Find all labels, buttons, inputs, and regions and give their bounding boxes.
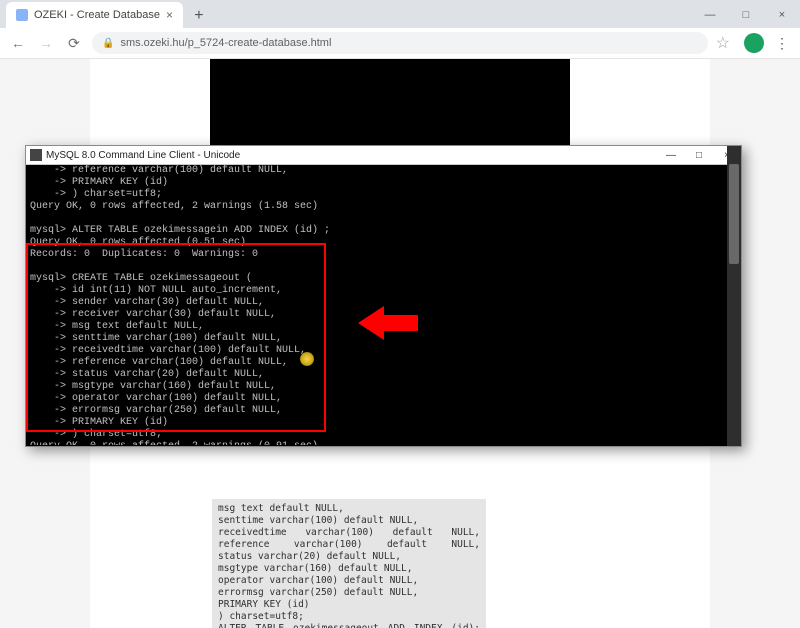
tab-close-icon[interactable]: ×: [166, 8, 173, 22]
window-buttons: — □ ×: [692, 2, 800, 28]
code-line: ALTER TABLE ozekimessageout ADD INDEX (i…: [218, 623, 480, 628]
close-button[interactable]: ×: [764, 2, 800, 28]
code-line: msgtype varchar(160) default NULL,: [218, 563, 480, 575]
code-sample-block[interactable]: msg text default NULL, senttime varchar(…: [212, 499, 486, 628]
console-output[interactable]: -> reference varchar(100) default NULL, …: [26, 165, 741, 445]
code-line: PRIMARY KEY (id): [218, 599, 480, 611]
lock-icon: 🔒: [102, 38, 114, 49]
code-line: reference varchar(100) default NULL,: [218, 539, 480, 551]
avatar[interactable]: [744, 33, 764, 53]
menu-icon[interactable]: ⋮: [772, 35, 792, 52]
code-line: senttime varchar(100) default NULL,: [218, 515, 480, 527]
console-scrollbar[interactable]: [727, 146, 741, 446]
console-minimize-button[interactable]: —: [657, 147, 685, 164]
code-line: operator varchar(100) default NULL,: [218, 575, 480, 587]
favicon-icon: [16, 9, 28, 21]
mysql-console-window: MySQL 8.0 Command Line Client - Unicode …: [25, 145, 742, 447]
code-line: ) charset=utf8;: [218, 611, 480, 623]
tab-title: OZEKI - Create Database: [34, 9, 160, 21]
reload-button[interactable]: ⟳: [64, 33, 84, 53]
url-text: sms.ozeki.hu/p_5724-create-database.html: [120, 37, 331, 49]
console-title-text: MySQL 8.0 Command Line Client - Unicode: [46, 150, 240, 161]
back-button[interactable]: ←: [8, 33, 28, 53]
new-tab-button[interactable]: +: [187, 4, 211, 28]
address-bar: ← → ⟳ 🔒 sms.ozeki.hu/p_5724-create-datab…: [0, 28, 800, 59]
minimize-button[interactable]: —: [692, 2, 728, 28]
code-line: status varchar(20) default NULL,: [218, 551, 480, 563]
console-icon: [30, 149, 42, 161]
code-line: receivedtime varchar(100) default NULL,: [218, 527, 480, 539]
code-line: errormsg varchar(250) default NULL,: [218, 587, 480, 599]
browser-tab[interactable]: OZEKI - Create Database ×: [6, 2, 183, 28]
scrollbar-thumb[interactable]: [729, 164, 739, 264]
console-maximize-button[interactable]: □: [685, 147, 713, 164]
forward-button[interactable]: →: [36, 33, 56, 53]
code-line: msg text default NULL,: [218, 503, 480, 515]
red-arrow-icon: [358, 306, 418, 340]
tab-strip: OZEKI - Create Database × + — □ ×: [0, 0, 800, 28]
console-titlebar[interactable]: MySQL 8.0 Command Line Client - Unicode …: [26, 146, 741, 165]
bookmark-star-icon[interactable]: ☆: [716, 33, 730, 53]
maximize-button[interactable]: □: [728, 2, 764, 28]
url-field[interactable]: 🔒 sms.ozeki.hu/p_5724-create-database.ht…: [92, 32, 708, 54]
screenshot-placeholder: [210, 59, 570, 149]
cursor-highlight: [300, 352, 314, 366]
